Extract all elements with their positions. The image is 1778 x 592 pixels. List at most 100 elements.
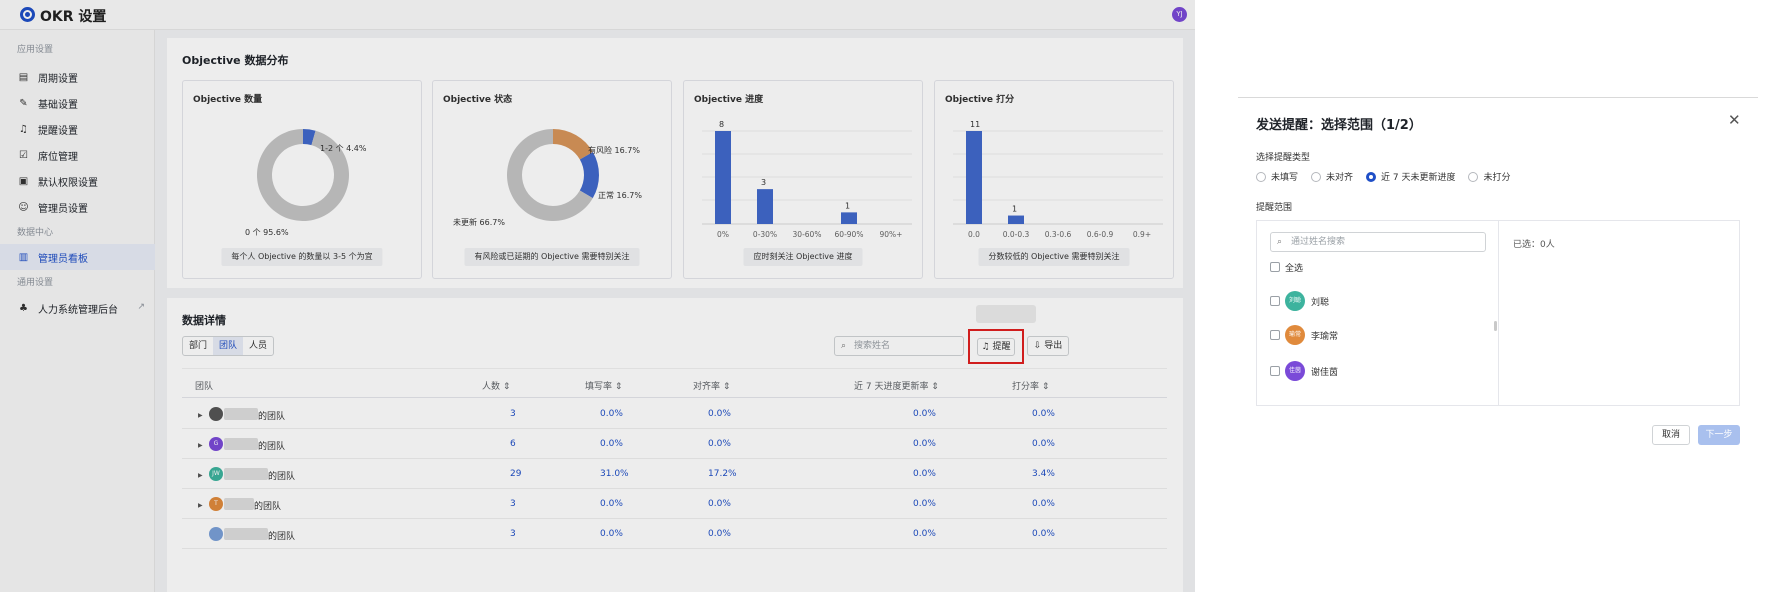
search-input[interactable]: ⌕ 搜索姓名 [834,336,964,356]
table-row[interactable]: ▶ 的团队 3 0.0% 0.0% 0.0% 0.0% [182,399,1167,429]
col-score-rate[interactable]: 打分率 ⇕ [1012,379,1049,392]
col-count[interactable]: 人数 ⇕ [482,379,510,392]
selected-count: 已选：0人 [1513,240,1555,250]
align-rate: 0.0% [708,409,731,419]
external-link-icon: ↗ [137,302,145,312]
progress-tick-label: 60-90% [835,230,864,239]
progress-bar [841,212,857,224]
score-rate: 0.0% [1032,529,1055,539]
tab-team[interactable]: 团队 [213,337,244,355]
col-fill-rate[interactable]: 填写率 ⇕ [585,379,622,392]
sidebar-section-general: 通用设置 [17,278,54,288]
user-icon: ☺ [18,201,29,213]
user-avatar[interactable]: YJ [1172,7,1187,22]
progress-tick-label: 0% [717,230,729,239]
progress-tick-label: 90%+ [880,230,903,239]
update-rate: 0.0% [913,409,936,419]
sidebar-item-basic[interactable]: ✎ 基础设置 [0,90,155,116]
radio-dot [1311,171,1322,182]
radio-not-scored[interactable]: 未打分 [1468,170,1511,183]
table-row[interactable]: 的团队 3 0.0% 0.0% 0.0% 0.0% [182,519,1167,549]
redacted-name [224,528,268,540]
progress-bar [757,189,773,224]
bell-icon: ♫ [981,342,993,352]
chart-caption: 有风险或已延期的 Objective 需要特别关注 [464,248,640,266]
score-value-label: 1 [1012,205,1017,214]
member-item[interactable]: 瑜常 李瑜常 [1270,325,1338,345]
redacted-name [224,438,258,450]
expand-caret-icon[interactable]: ▶ [198,472,203,479]
table-row[interactable]: ▶ T 的团队 3 0.0% 0.0% 0.0% 0.0% [182,489,1167,519]
sidebar-item-permission[interactable]: ▣ 默认权限设置 [0,168,155,194]
select-all-checkbox[interactable]: 全选 [1270,257,1303,277]
member-count[interactable]: 6 [510,439,516,449]
progress-tick-label: 0-30% [753,230,777,239]
checkbox [1270,330,1280,340]
next-button[interactable]: 下一步 [1698,425,1740,445]
score-tick-label: 0.0-0.3 [1003,230,1030,239]
details-title: 数据详情 [182,314,226,327]
score-value-label: 11 [970,120,980,129]
score-rate: 0.0% [1032,439,1055,449]
sidebar-item-seats[interactable]: ☑ 席位管理 [0,142,155,168]
sidebar-section-data: 数据中心 [17,228,54,238]
calendar-icon: ▤ [18,71,29,83]
member-item[interactable]: 刘聪 刘聪 [1270,291,1329,311]
align-rate: 17.2% [708,469,737,479]
align-rate: 0.0% [708,499,731,509]
score-rate: 3.4% [1032,469,1055,479]
table-row[interactable]: ▶ G 的团队 6 0.0% 0.0% 0.0% 0.0% [182,429,1167,459]
sidebar-item-hr[interactable]: ♣ 人力系统管理后台 ↗ [0,295,155,321]
tab-department[interactable]: 部门 [183,337,213,355]
expand-caret-icon[interactable]: ▶ [198,502,203,509]
radio-dot [1256,171,1266,182]
sidebar-item-dashboard[interactable]: ▥ 管理员看板 [0,244,155,270]
col-align-rate[interactable]: 对齐率 ⇕ [693,379,730,392]
sidebar-item-cycle[interactable]: ▤ 周期设置 [0,64,155,90]
expand-caret-icon[interactable]: ▶ [198,412,203,419]
member-search-input[interactable]: ⌕ 通过姓名搜索 [1270,232,1486,252]
checkbox [1270,296,1280,306]
expand-caret-icon[interactable]: ▶ [198,442,203,449]
panel-title: 发送提醒：选择范围（1/2） [1256,118,1422,133]
team-avatar [209,407,223,421]
tab-person[interactable]: 人员 [243,337,273,355]
team-name: 的团队 [268,472,296,482]
cancel-button[interactable]: 取消 [1652,425,1690,445]
member-count[interactable]: 3 [510,499,516,509]
table-row[interactable]: ▶ JW 的团队 29 31.0% 17.2% 0.0% 3.4% [182,459,1167,489]
progress-tick-label: 30-60% [793,230,822,239]
member-item[interactable]: 佳茵 谢佳茵 [1270,361,1338,381]
search-icon: ⌕ [841,341,847,351]
member-count[interactable]: 29 [510,469,521,479]
redacted-name [224,468,268,480]
main-content: Objective 数据分布 Objective 数量 1-2 个 4.4% 0… [0,0,1195,592]
okr-logo-icon [20,7,35,22]
chart-objective-progress: Objective 进度 8 0% 3 0-30% 30-60% 1 60-90% 90%+ … [683,80,923,279]
member-list-scrollbar[interactable] [1494,321,1497,331]
export-button[interactable]: ⇩ 导出 [1027,336,1069,356]
member-count[interactable]: 3 [510,409,516,419]
radio-not-filled[interactable]: 未填写 [1256,170,1298,183]
chart-caption: 分数较低的 Objective 需要特别关注 [978,248,1130,266]
col-update-rate[interactable]: 近 7 天进度更新率 ⇕ [854,379,939,392]
checkbox [1270,366,1280,376]
donut-label: 有风险 16.7% [588,146,640,155]
fill-rate: 0.0% [600,529,623,539]
sidebar-item-reminder[interactable]: ♫ 提醒设置 [0,116,155,142]
chart-objective-count: Objective 数量 1-2 个 4.4% 0 个 95.6% 每个人 Ob… [182,80,422,279]
close-icon[interactable]: ✕ [1728,111,1741,129]
slice-risk [553,129,593,160]
radio-not-aligned[interactable]: 未对齐 [1311,170,1353,183]
remind-button[interactable]: ♫ 提醒 [977,338,1015,356]
align-rate: 0.0% [708,529,731,539]
score-bar [1008,215,1024,224]
radio-no-update-7days[interactable]: 近 7 天未更新进度 [1366,170,1455,183]
team-name: 的团队 [258,442,286,452]
slice-normal [579,152,599,199]
score-tick-label: 0.6-0.9 [1087,230,1114,239]
member-avatar: 瑜常 [1285,325,1305,345]
sidebar-item-admin[interactable]: ☺ 管理员设置 [0,194,155,220]
member-count[interactable]: 3 [510,529,516,539]
score-tick-label: 0.9+ [1133,230,1151,239]
